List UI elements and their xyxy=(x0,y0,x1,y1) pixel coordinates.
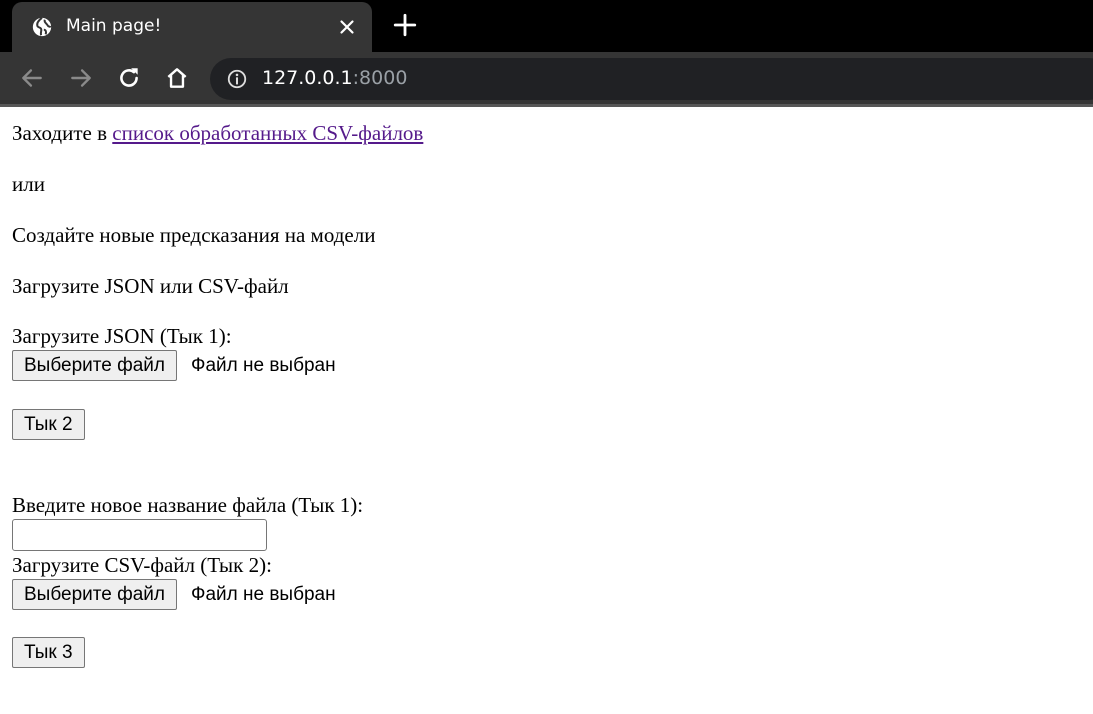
browser-tab[interactable]: Main page! xyxy=(12,2,372,52)
toolbar-divider xyxy=(0,104,1093,107)
home-icon[interactable] xyxy=(164,65,190,91)
or-text: или xyxy=(12,172,45,196)
json-file-status: Файл не выбран xyxy=(191,355,336,376)
url-port: :8000 xyxy=(352,67,408,89)
reload-icon[interactable] xyxy=(116,65,142,91)
processed-csv-list-link[interactable]: список обработанных CSV-файлов xyxy=(112,121,423,145)
submit-tyk3-button[interactable]: Тык 3 xyxy=(12,637,85,668)
intro-text: Заходите в xyxy=(12,121,113,145)
browser-chrome: Main page! 127.0.0.1:8000 xyxy=(0,0,1093,107)
tab-title: Main page! xyxy=(66,16,162,36)
choose-json-file-button[interactable]: Выберите файл xyxy=(12,350,177,381)
csv-file-status: Файл не выбран xyxy=(191,584,336,605)
tab-strip: Main page! xyxy=(0,0,1093,52)
new-filename-input[interactable] xyxy=(12,519,267,551)
back-arrow-icon[interactable] xyxy=(19,65,45,91)
new-filename-label: Введите новое название файла (Тык 1): xyxy=(12,493,364,517)
intro-paragraph: Заходите в список обработанных CSV-файло… xyxy=(12,120,423,146)
choose-csv-file-button[interactable]: Выберите файл xyxy=(12,579,177,610)
browser-toolbar: 127.0.0.1:8000 xyxy=(0,52,1093,104)
upload-heading: Загрузите JSON или CSV-файл xyxy=(12,274,289,298)
forward-arrow-icon[interactable] xyxy=(68,65,94,91)
info-icon[interactable] xyxy=(226,68,248,90)
address-bar[interactable]: 127.0.0.1:8000 xyxy=(210,58,1093,100)
json-upload-label: Загрузите JSON (Тык 1): xyxy=(12,324,232,348)
create-predictions-text: Создайте новые предсказания на модели xyxy=(12,223,376,247)
url-text[interactable]: 127.0.0.1:8000 xyxy=(262,67,407,89)
close-icon[interactable] xyxy=(336,16,358,38)
new-tab-plus-icon[interactable] xyxy=(392,12,418,38)
submit-tyk2-button[interactable]: Тык 2 xyxy=(12,409,85,440)
csv-upload-label: Загрузите CSV-файл (Тык 2): xyxy=(12,553,272,577)
globe-icon xyxy=(32,17,52,37)
url-host: 127.0.0.1 xyxy=(262,67,353,89)
